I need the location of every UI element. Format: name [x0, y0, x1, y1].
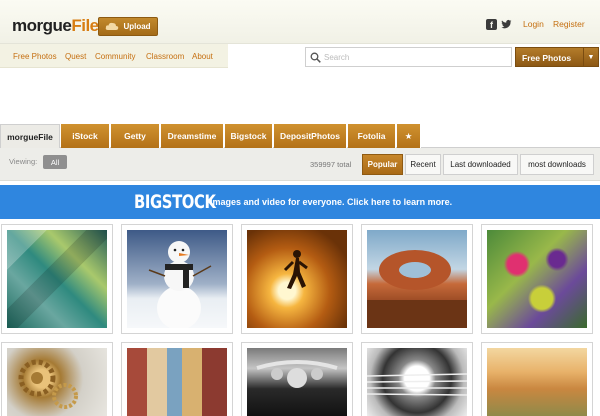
upload-cloud-icon — [106, 22, 119, 30]
sort-last-downloaded-button[interactable]: Last downloaded — [443, 154, 518, 175]
photo-thumbnail[interactable] — [121, 224, 233, 334]
viewing-bar: Viewing: All 359997 total Popular Recent… — [0, 148, 600, 181]
total-count: 359997 total — [310, 160, 352, 169]
guitar-photo — [366, 348, 468, 416]
rock-formation-photo — [367, 230, 467, 328]
tab-fotolia[interactable]: Fotolia — [348, 124, 396, 148]
photo-thumbnail[interactable] — [241, 224, 353, 334]
nav-community[interactable]: Community — [95, 52, 135, 61]
runner-sunset-photo — [247, 230, 347, 328]
tab-getty[interactable]: Getty — [111, 124, 160, 148]
landscape-painting-photo — [487, 348, 587, 416]
twitter-icon[interactable] — [501, 19, 512, 30]
search-input[interactable] — [324, 50, 509, 65]
photo-thumbnail[interactable] — [121, 342, 233, 416]
guitar-strings-illustration — [366, 373, 468, 396]
search-category-value: Free Photos — [522, 53, 572, 63]
nav-classroom[interactable]: Classroom — [146, 52, 184, 61]
bigstock-logo: BIGSTOCK — [134, 191, 216, 213]
sort-most-downloads-button[interactable]: most downloads — [520, 154, 594, 175]
login-link[interactable]: Login — [523, 19, 544, 29]
tab-morguefile[interactable]: morgueFile — [0, 124, 60, 148]
photo-thumbnail[interactable] — [1, 224, 113, 334]
flowers-painting-photo — [487, 230, 587, 328]
clock-gears-photo — [7, 348, 107, 416]
tab-dreamstime[interactable]: Dreamstime — [161, 124, 224, 148]
street-buildings-photo — [127, 348, 227, 416]
source-tabs: morgueFile iStock Getty Dreamstime Bigst… — [0, 124, 600, 148]
nav-free-photos[interactable]: Free Photos — [13, 52, 57, 61]
nav-about[interactable]: About — [192, 52, 213, 61]
site-logo[interactable]: morgueFile — [12, 16, 99, 36]
facebook-icon[interactable]: f — [486, 19, 497, 30]
viewing-label: Viewing: — [9, 157, 38, 166]
motorcycle-photo — [247, 348, 347, 416]
tab-istock[interactable]: iStock — [61, 124, 110, 148]
snowman-photo — [127, 230, 227, 330]
main-nav: Free Photos Quest Community Classroom Ab… — [0, 44, 228, 68]
logo-text-file: File — [71, 16, 99, 35]
chevron-down-icon: ▼ — [583, 48, 598, 66]
photo-thumbnail[interactable] — [481, 342, 593, 416]
photo-thumbnail[interactable] — [481, 224, 593, 334]
photo-thumbnail[interactable] — [361, 342, 473, 416]
upload-button-label: Upload — [123, 22, 151, 31]
logo-text-morgue: morgue — [12, 16, 72, 35]
snowman-illustration — [148, 241, 212, 330]
photo-thumbnail[interactable] — [241, 342, 353, 416]
photo-thumbnail[interactable] — [361, 224, 473, 334]
photo-thumbnail[interactable] — [1, 342, 113, 416]
tab-favorites-star-icon[interactable]: ★ — [397, 124, 421, 148]
sort-popular-button[interactable]: Popular — [362, 154, 403, 175]
search-icon — [310, 52, 321, 63]
motorcycle-illustration — [256, 360, 338, 388]
tab-depositphotos[interactable]: DepositPhotos — [274, 124, 347, 148]
search-box — [305, 47, 512, 67]
abstract-glass-photo — [7, 230, 107, 328]
tab-bigstock[interactable]: Bigstock — [225, 124, 273, 148]
bigstock-banner[interactable]: BIGSTOCK Images and video for everyone. … — [0, 185, 600, 219]
register-link[interactable]: Register — [553, 19, 585, 29]
viewing-all-button[interactable]: All — [43, 155, 67, 169]
upload-button[interactable]: Upload — [98, 17, 158, 36]
site-header: morgueFile Upload f Login Register — [0, 0, 600, 44]
rock-arch-illustration — [367, 250, 467, 328]
sort-recent-button[interactable]: Recent — [405, 154, 441, 175]
gears-illustration — [18, 359, 78, 409]
banner-text: Images and video for everyone. Click her… — [210, 197, 453, 207]
runner-silhouette — [283, 250, 308, 289]
search-category-select[interactable]: Free Photos ▼ — [515, 47, 599, 67]
nav-quest[interactable]: Quest — [65, 52, 86, 61]
